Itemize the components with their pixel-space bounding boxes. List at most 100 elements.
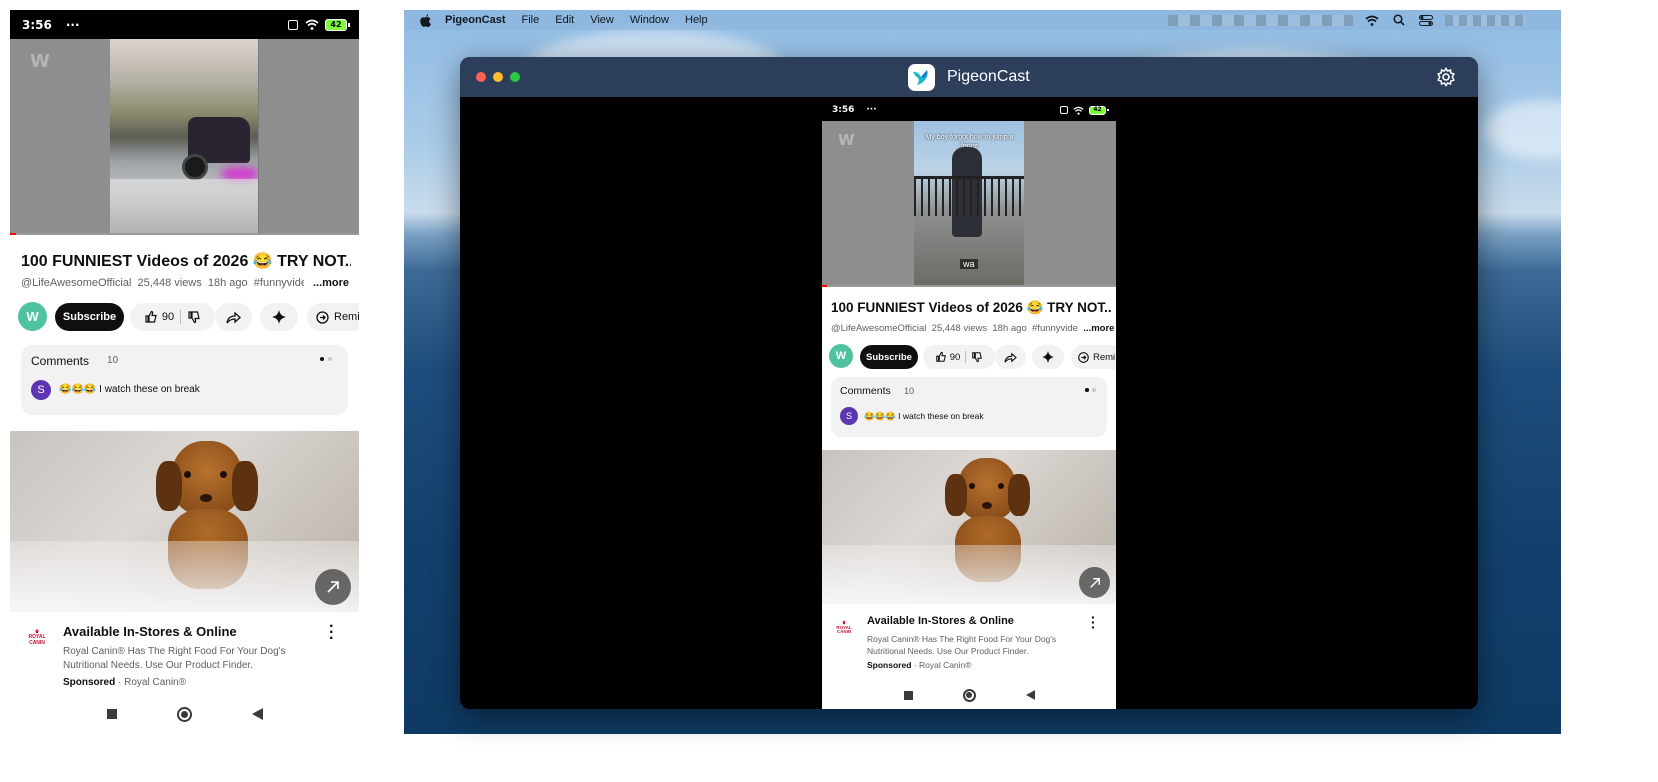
gear-icon[interactable] xyxy=(1436,67,1456,87)
menu-app-name[interactable]: PigeonCast xyxy=(445,14,506,26)
mirror-sparkle-icon xyxy=(1042,351,1054,363)
mirror-nav-back-icon[interactable] xyxy=(1025,690,1035,700)
thumb-down-icon[interactable] xyxy=(187,310,201,324)
hashtag[interactable]: #funnyvideo xyxy=(254,277,304,289)
window-title: PigeonCast xyxy=(947,68,1030,85)
mirror-video-subtitle: wa xyxy=(960,259,978,269)
app-logo xyxy=(908,64,935,91)
mirror-share-icon xyxy=(1004,351,1017,363)
more-link[interactable]: ...more xyxy=(313,277,349,289)
mirror-nav-circle-icon[interactable] xyxy=(962,688,976,702)
share-icon xyxy=(226,311,241,323)
control-center-icon[interactable] xyxy=(1419,14,1433,26)
mirror-video-frame: My boy forgot how to jump a fence wa xyxy=(914,121,1024,287)
nav-circle-icon[interactable] xyxy=(176,706,192,722)
comment-text: 😂😂😂 I watch these on break xyxy=(59,384,200,395)
video-frame xyxy=(110,39,258,235)
like-dislike-chip: 90 xyxy=(130,303,215,331)
kebab-icon[interactable]: · · · xyxy=(329,619,334,647)
battery-indicator: 42 xyxy=(325,18,350,31)
menu-view[interactable]: View xyxy=(590,14,614,26)
wifi-icon xyxy=(305,19,319,30)
menu-file[interactable]: File xyxy=(522,14,540,26)
zoom-window-button[interactable] xyxy=(510,72,520,82)
mirror-remix-button[interactable]: Remi xyxy=(1071,345,1116,369)
mirror-status-time: 3:56 xyxy=(832,105,855,115)
blurred-status-items xyxy=(1168,14,1353,26)
remix-icon xyxy=(316,310,329,324)
pigeoncast-window: PigeonCast 3:56 ··· 42 My boy forgot how… xyxy=(460,57,1478,709)
mirror-video-meta: @LifeAwesomeOfficial 25,448 views 18h ag… xyxy=(831,323,1115,334)
close-window-button[interactable] xyxy=(476,72,486,82)
mirror-status-bar: 3:56 ··· 42 xyxy=(822,99,1116,121)
mirror-thumb-down-icon[interactable] xyxy=(971,351,983,363)
mirrored-phone[interactable]: 3:56 ··· 42 My boy forgot how to jump a … xyxy=(822,99,1116,709)
minimize-window-button[interactable] xyxy=(493,72,503,82)
advertiser-logo[interactable]: ♛ ROYAL CANIN xyxy=(20,629,54,646)
mirror-ad-title[interactable]: Available In-Stores & Online xyxy=(867,615,1014,627)
video-player[interactable]: W xyxy=(10,39,359,235)
video-meta: @LifeAwesomeOfficial 25,448 views 18h ag… xyxy=(21,277,351,289)
menu-extras xyxy=(1168,14,1541,26)
mirror-expand-arrow-icon xyxy=(1089,577,1100,588)
comments-count: 10 xyxy=(107,355,119,366)
mirror-ad-description: Royal Canin® Has The Right Food For Your… xyxy=(867,634,1057,656)
channel-handle[interactable]: @LifeAwesomeOfficial xyxy=(21,277,131,289)
channel-avatar[interactable]: W xyxy=(18,302,47,331)
nav-back-icon[interactable] xyxy=(251,708,263,720)
mirror-channel-avatar[interactable]: W xyxy=(829,344,853,368)
ad-title[interactable]: Available In-Stores & Online xyxy=(63,624,237,639)
mirror-subscribe-button[interactable]: Subscribe xyxy=(860,345,918,369)
mirror-remix-icon xyxy=(1078,351,1089,363)
status-more-icon: ··· xyxy=(65,17,80,32)
menu-bar: PigeonCast File Edit View Window Help xyxy=(404,10,1561,30)
mirror-ad-image[interactable] xyxy=(822,450,1116,604)
status-bar: 3:56 ··· 42 xyxy=(10,10,359,39)
pigeon-logo-icon xyxy=(913,70,928,85)
search-icon[interactable] xyxy=(1393,14,1405,26)
comment-avatar[interactable]: S xyxy=(31,380,51,400)
comments-label: Comments xyxy=(31,354,90,368)
nav-square-icon[interactable] xyxy=(106,709,117,719)
mirror-wifi-icon xyxy=(1073,106,1084,115)
menu-edit[interactable]: Edit xyxy=(555,14,574,26)
blurred-clock xyxy=(1445,14,1525,26)
thumb-up-icon[interactable] xyxy=(144,310,158,324)
mirror-nav-square-icon[interactable] xyxy=(903,690,913,700)
comments-card[interactable]: Comments 10 S 😂😂😂 I watch these on break xyxy=(21,345,348,415)
mirror-kebab-icon[interactable]: · · · xyxy=(1091,610,1096,634)
menu-window[interactable]: Window xyxy=(630,14,669,26)
expand-arrow-icon xyxy=(327,581,339,593)
ask-button[interactable] xyxy=(260,303,298,331)
remix-button[interactable]: Remi xyxy=(307,303,359,331)
ad-sponsored: Sponsored · Royal Canin® xyxy=(63,677,186,688)
like-count: 90 xyxy=(161,311,175,323)
window-titlebar: PigeonCast xyxy=(460,57,1478,97)
apple-icon[interactable] xyxy=(420,13,431,27)
sparkle-icon xyxy=(272,310,286,324)
mirror-video-player[interactable]: My boy forgot how to jump a fence wa W xyxy=(822,121,1116,287)
upload-age: 18h ago xyxy=(207,277,248,289)
mirror-expand-ad-button[interactable] xyxy=(1079,567,1110,598)
status-time: 3:56 xyxy=(22,17,52,32)
mirror-battery-indicator: 42 xyxy=(1089,105,1109,115)
share-button[interactable] xyxy=(215,303,252,331)
video-title[interactable]: 100 FUNNIEST Videos of 2026 😂 TRY NOT... xyxy=(21,251,351,271)
ad-image[interactable] xyxy=(10,431,359,612)
wifi-icon[interactable] xyxy=(1365,15,1379,26)
expand-ad-button[interactable] xyxy=(315,569,351,605)
mirror-thumb-up-icon[interactable] xyxy=(935,351,947,363)
mirror-comment-avatar[interactable]: S xyxy=(840,407,858,425)
video-progress xyxy=(10,233,359,235)
mirror-advertiser-logo[interactable]: ♛ ROYAL CANIN xyxy=(830,620,858,635)
ad-description: Royal Canin® Has The Right Food For Your… xyxy=(63,646,286,671)
mirror-status-more-icon: ··· xyxy=(866,105,877,115)
menu-help[interactable]: Help xyxy=(685,14,708,26)
sim-icon xyxy=(288,19,298,30)
mirror-share-button[interactable] xyxy=(995,345,1026,369)
subscribe-button[interactable]: Subscribe xyxy=(55,303,124,331)
mirror-video-title[interactable]: 100 FUNNIEST Videos of 2026 😂 TRY NOT... xyxy=(831,300,1111,316)
mirror-comments-card[interactable]: Comments 10 S 😂😂😂 I watch these on break xyxy=(831,377,1107,437)
view-count: 25,448 views xyxy=(137,277,202,289)
mirror-ask-button[interactable] xyxy=(1032,345,1064,369)
